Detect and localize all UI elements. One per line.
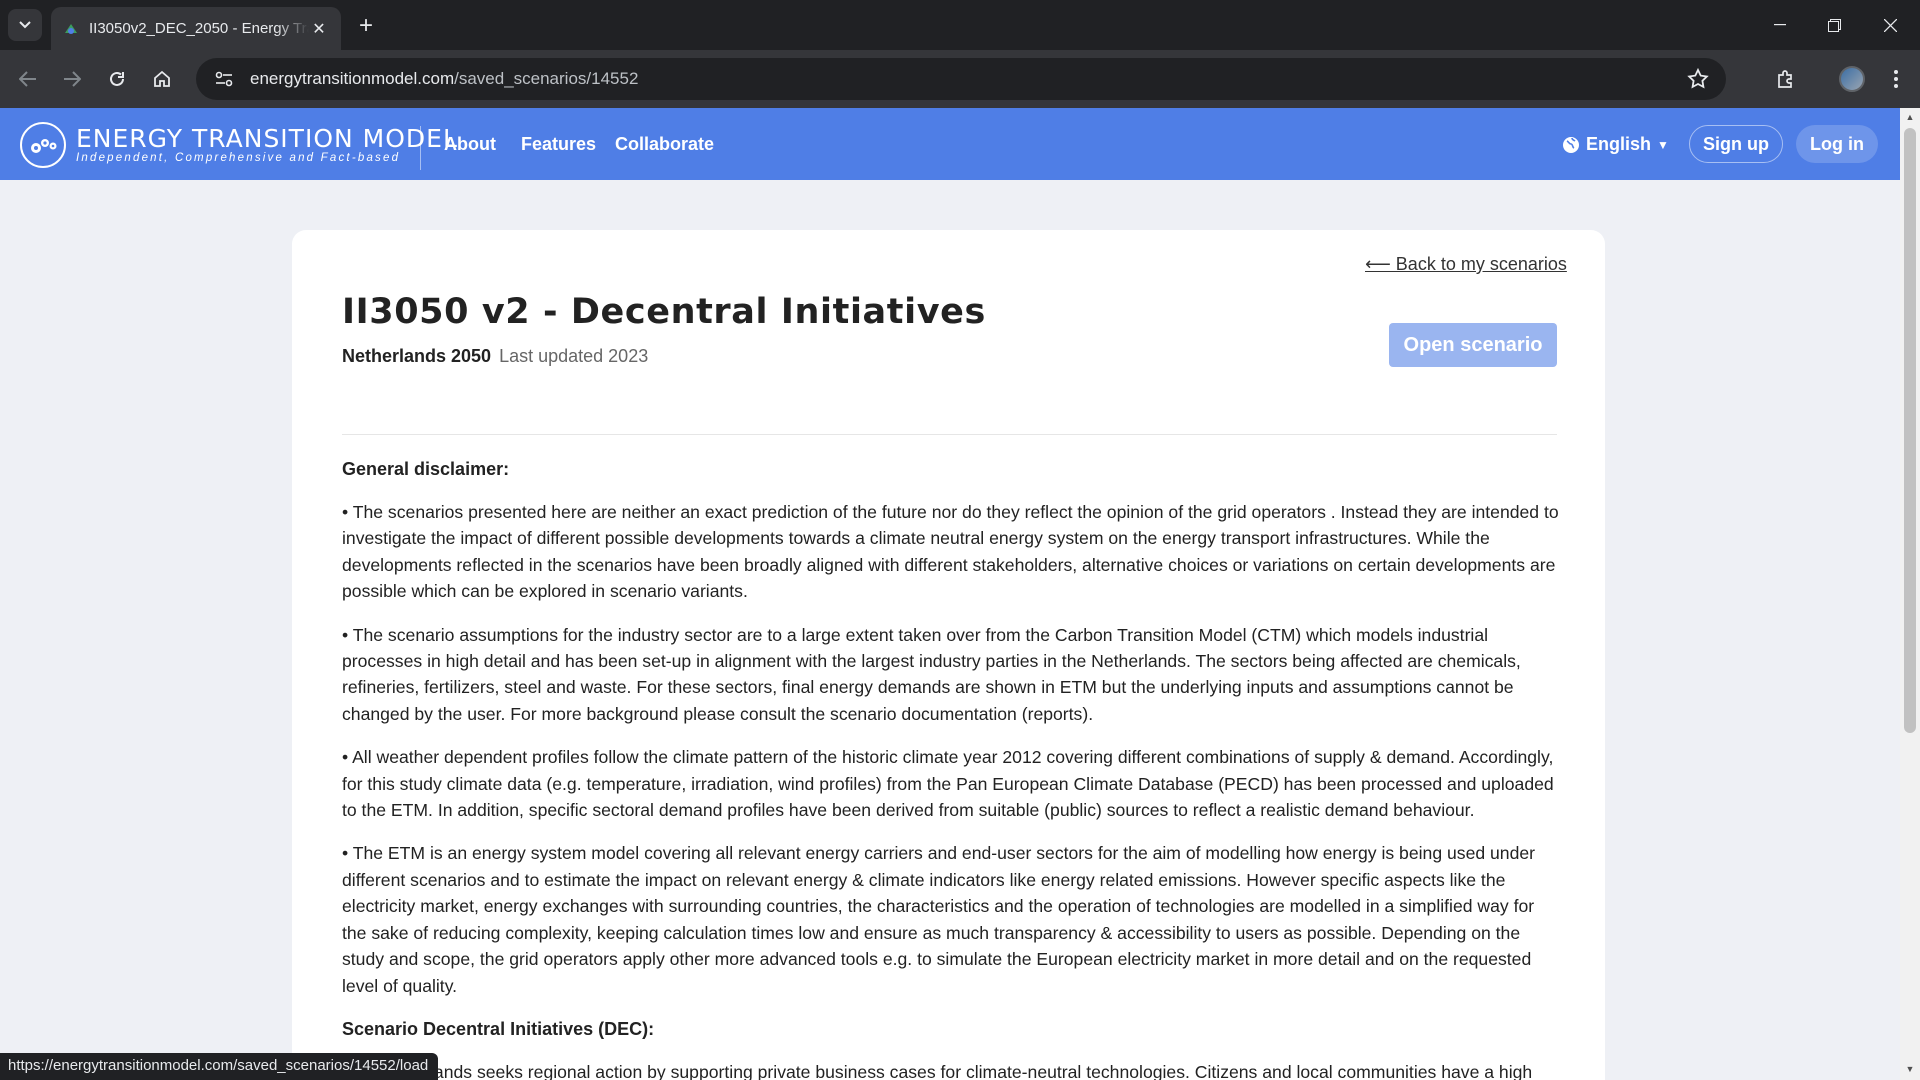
header-divider bbox=[420, 126, 421, 170]
language-selector[interactable]: English ▼ bbox=[1562, 134, 1669, 155]
scroll-down-icon[interactable]: ▼ bbox=[1904, 1064, 1916, 1076]
close-tab-icon[interactable]: ✕ bbox=[309, 19, 329, 39]
logo-subtitle: Independent, Comprehensive and Fact-base… bbox=[76, 151, 401, 164]
minimize-icon[interactable] bbox=[1752, 0, 1808, 50]
disclaimer-paragraph: • All weather dependent profiles follow … bbox=[342, 747, 1554, 821]
browser-toolbar: energytransitionmodel.com/saved_scenario… bbox=[0, 50, 1920, 108]
profile-avatar[interactable] bbox=[1836, 63, 1868, 95]
page-scrollbar[interactable]: ▲ ▼ bbox=[1900, 108, 1920, 1080]
avatar bbox=[1839, 66, 1865, 92]
scenario-description: General disclaimer: • The scenarios pres… bbox=[342, 456, 1560, 1080]
login-button[interactable]: Log in bbox=[1796, 125, 1878, 163]
new-tab-button[interactable]: + bbox=[352, 12, 380, 40]
site-settings-icon[interactable] bbox=[212, 67, 236, 91]
back-arrow-icon[interactable] bbox=[12, 63, 44, 95]
forward-arrow-icon[interactable] bbox=[56, 63, 88, 95]
url-path: /saved_scenarios/14552 bbox=[454, 69, 639, 88]
scenario-region: Netherlands 2050 bbox=[342, 346, 492, 366]
tab-search-button[interactable] bbox=[8, 9, 42, 41]
last-updated: Last updated 2023 bbox=[499, 346, 649, 366]
page-title: II3050 v2 - Decentral Initiatives bbox=[342, 292, 986, 332]
nav-about[interactable]: About bbox=[444, 134, 496, 155]
scroll-up-icon[interactable]: ▲ bbox=[1904, 112, 1916, 124]
restore-icon[interactable] bbox=[1806, 0, 1862, 50]
site-logo[interactable]: ENERGY TRANSITION MODEL Independent, Com… bbox=[20, 122, 458, 168]
favicon-icon bbox=[65, 23, 77, 34]
logo-title: ENERGY TRANSITION MODEL bbox=[76, 123, 458, 153]
reload-icon[interactable] bbox=[101, 63, 133, 95]
scrollbar-thumb[interactable] bbox=[1904, 128, 1916, 733]
home-icon[interactable] bbox=[146, 63, 178, 95]
disclaimer-paragraph: • The scenario assumptions for the indus… bbox=[342, 624, 1521, 724]
status-link-preview: https://energytransitionmodel.com/saved_… bbox=[0, 1053, 439, 1080]
open-scenario-button[interactable]: Open scenario bbox=[1389, 323, 1557, 367]
scenario-card: ⟵ Back to my scenarios II3050 v2 - Decen… bbox=[292, 230, 1605, 1080]
scenario-paragraph: The Netherlands seeks regional action by… bbox=[342, 1061, 1533, 1080]
tab-title: II3050v2_DEC_2050 - Energy Transition Mo… bbox=[89, 20, 309, 37]
address-bar[interactable]: energytransitionmodel.com/saved_scenario… bbox=[196, 58, 1726, 100]
close-window-icon[interactable] bbox=[1862, 0, 1918, 50]
bookmark-star-icon[interactable] bbox=[1686, 67, 1710, 91]
caret-down-icon: ▼ bbox=[1657, 137, 1669, 152]
back-to-scenarios-link[interactable]: ⟵ Back to my scenarios bbox=[1365, 254, 1567, 275]
nav-features[interactable]: Features bbox=[521, 134, 596, 155]
nav-collaborate[interactable]: Collaborate bbox=[615, 134, 714, 155]
divider bbox=[342, 434, 1557, 435]
scenario-meta: Netherlands 2050 Last updated 2023 bbox=[342, 346, 648, 367]
language-label: English bbox=[1586, 134, 1652, 154]
globe-icon bbox=[1563, 136, 1579, 153]
signup-button[interactable]: Sign up bbox=[1689, 125, 1783, 163]
chevron-down-icon bbox=[19, 21, 31, 29]
browser-tab-active[interactable]: II3050v2_DEC_2050 - Energy Transition Mo… bbox=[51, 7, 341, 50]
url-host: energytransitionmodel.com bbox=[250, 69, 455, 88]
browser-menu-icon[interactable] bbox=[1880, 63, 1912, 95]
scenario-heading: Scenario Decentral Initiatives (DEC): bbox=[342, 1018, 655, 1039]
disclaimer-heading: General disclaimer: bbox=[342, 459, 510, 479]
gears-logo-icon bbox=[20, 122, 66, 168]
extensions-icon[interactable] bbox=[1770, 63, 1802, 95]
browser-tabstrip: II3050v2_DEC_2050 - Energy Transition Mo… bbox=[0, 0, 1920, 50]
site-header: ENERGY TRANSITION MODEL Independent, Com… bbox=[0, 108, 1900, 180]
disclaimer-paragraph: • The ETM is an energy system model cove… bbox=[342, 843, 1536, 996]
disclaimer-paragraph: • The scenarios presented here are neith… bbox=[342, 502, 1559, 602]
